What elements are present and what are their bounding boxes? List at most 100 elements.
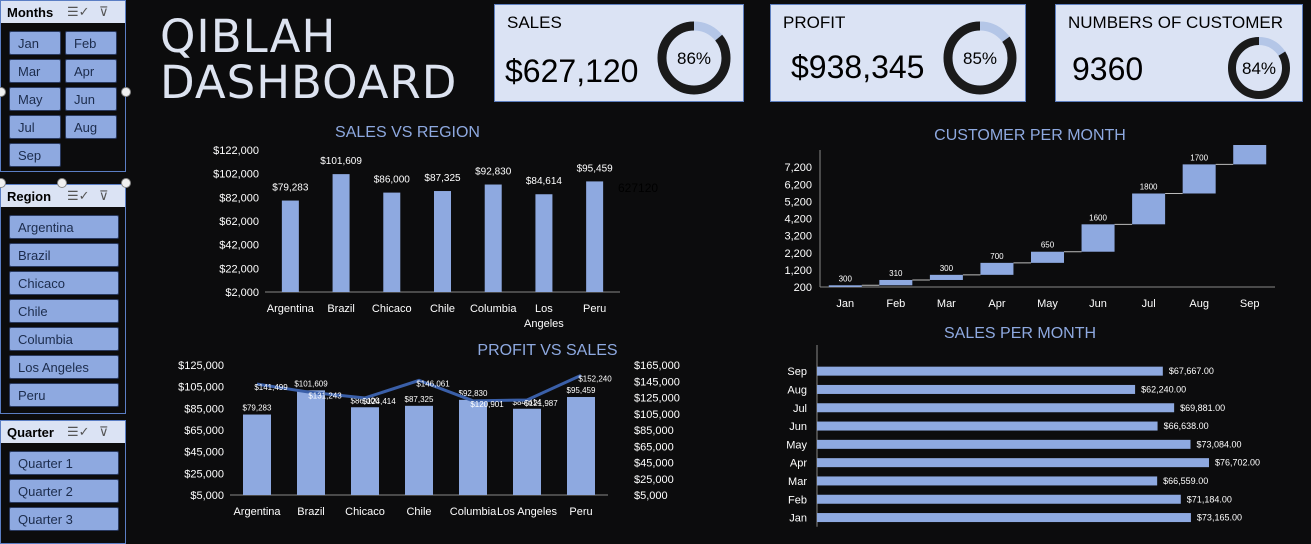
y-tick-label: Sep [787, 366, 807, 378]
slicer-item[interactable]: Peru [9, 383, 119, 407]
data-label: $62,240.00 [1141, 384, 1186, 394]
y2-tick-label: $85,000 [634, 425, 674, 437]
y-tick-label: $125,000 [178, 360, 224, 372]
x-tick-label: Peru [583, 303, 606, 315]
data-label: $73,165.00 [1197, 513, 1242, 523]
slicer-item[interactable]: Chicaco [9, 271, 119, 295]
y-tick-label: $65,000 [184, 425, 224, 437]
kpi-label: NUMBERS OF CUSTOMER [1068, 13, 1284, 32]
y2-tick-label: $5,000 [634, 490, 668, 502]
x-tick-label: Feb [886, 298, 905, 310]
multi-select-icon[interactable]: ☰✓ [67, 4, 90, 20]
data-label: $87,325 [424, 173, 461, 184]
slicer-item[interactable]: Quarter 3 [9, 507, 119, 531]
slicer-item[interactable]: Chile [9, 299, 119, 323]
y-tick-label: Apr [790, 458, 807, 470]
months-slicer-title: Months [7, 4, 54, 20]
line-data-label: $141,499 [254, 383, 288, 392]
clear-filter-icon[interactable]: ⊽ [99, 188, 109, 204]
y-tick-label: $2,000 [225, 287, 259, 299]
bar [567, 397, 595, 495]
y-tick-label: $122,000 [213, 145, 259, 157]
bar [484, 184, 502, 292]
slicer-item[interactable]: Quarter 1 [9, 451, 119, 475]
region-slicer-header: Region ☰✓ ⊽ [1, 185, 125, 207]
y-tick-label: 3,200 [784, 231, 812, 243]
kpi-donut: 86% [657, 21, 731, 95]
x-tick-label: Jun [1089, 298, 1107, 310]
data-label: 300 [839, 274, 853, 283]
bar [817, 476, 1158, 486]
waterfall-bar [1132, 193, 1166, 225]
dashboard-title-line: QIBLAH [160, 10, 337, 63]
slicer-item[interactable]: Jul [9, 115, 61, 139]
kpi-value: $938,345 [791, 49, 925, 85]
y-tick-label: $5,000 [190, 490, 224, 502]
slicer-item[interactable]: Mar [9, 59, 61, 83]
resize-handle[interactable] [121, 178, 131, 188]
x-tick-label: Brazil [327, 303, 355, 315]
data-label: $79,283 [272, 183, 309, 194]
multi-select-icon[interactable]: ☰✓ [67, 424, 90, 440]
slicer-item[interactable]: Jan [9, 31, 61, 55]
bar [383, 192, 401, 292]
slicer-item[interactable]: Argentina [9, 215, 119, 239]
sales-per-month-chart: Sep $67,667.00 Aug $62,240.00 Jul $69,881.00 J… [786, 345, 1260, 527]
kpi-percent: 86% [677, 49, 711, 68]
data-label: $95,459 [567, 386, 596, 395]
slicer-item[interactable]: Sep [9, 143, 61, 167]
waterfall-bar [1233, 145, 1267, 165]
slicer-item[interactable]: Los Angeles [9, 355, 119, 379]
data-label: $67,667.00 [1169, 366, 1214, 376]
x-tick-label: May [1037, 298, 1058, 310]
slicer-item[interactable]: Quarter 2 [9, 479, 119, 503]
bar [243, 414, 271, 495]
slicer-item[interactable]: Columbia [9, 327, 119, 351]
kpi-value: $627,120 [505, 53, 639, 89]
x-tick-label: Argentina [267, 303, 315, 315]
data-label: 1700 [1190, 153, 1208, 162]
slicer-item[interactable]: May [9, 87, 61, 111]
customer-per-month-chart: 200 1,200 2,200 3,200 4,200 5,200 6,200 7,200 30… [784, 145, 1275, 310]
x-tick-label: Chile [430, 303, 455, 315]
x-tick-label: Jul [1142, 298, 1156, 310]
y-tick-label: Aug [787, 384, 807, 396]
slicer-item[interactable]: Aug [65, 115, 117, 139]
y-tick-label: $25,000 [184, 468, 224, 480]
x-tick-label: Aug [1189, 298, 1209, 310]
slicer-item[interactable]: Brazil [9, 243, 119, 267]
data-label: 310 [889, 269, 903, 278]
quarter-slicer-title: Quarter [7, 424, 54, 440]
y-tick-label: Feb [788, 494, 807, 506]
bar [817, 384, 1136, 394]
y2-tick-label: $145,000 [634, 376, 680, 388]
clear-filter-icon[interactable]: ⊽ [99, 424, 109, 440]
slicer-item[interactable]: Apr [65, 59, 117, 83]
line-data-label: $131,243 [308, 391, 342, 400]
x-tick-label: Los [535, 303, 553, 315]
multi-select-icon[interactable]: ☰✓ [67, 188, 90, 204]
slicer-item[interactable]: Feb [65, 31, 117, 55]
waterfall-bar [1182, 164, 1216, 194]
data-label: $66,638.00 [1164, 421, 1209, 431]
bar [586, 181, 604, 292]
bar [405, 405, 433, 495]
quarter-slicer-header: Quarter ☰✓ ⊽ [1, 421, 125, 443]
data-label: $66,559.00 [1163, 476, 1208, 486]
months-slicer: Months ☰✓ ⊽ Jan Feb Mar Apr May Jun Jul Aug Sep [0, 0, 126, 172]
y2-tick-label: $45,000 [634, 458, 674, 470]
data-label: $95,459 [577, 163, 614, 174]
clear-filter-icon[interactable]: ⊽ [99, 4, 109, 20]
dashboard-title: QIBLAH DASHBOARD [160, 14, 457, 106]
y-tick-label: $45,000 [184, 447, 224, 459]
data-label: 300 [940, 264, 954, 273]
x-tick-label: Angeles [524, 318, 564, 330]
resize-handle[interactable] [121, 87, 131, 97]
x-tick-label: Chicaco [345, 506, 385, 518]
resize-handle[interactable] [57, 178, 67, 188]
bar [297, 390, 325, 495]
data-label: 1600 [1089, 213, 1107, 222]
slicer-item[interactable]: Jun [65, 87, 117, 111]
chart-title: CUSTOMER PER MONTH [934, 127, 1126, 144]
y-tick-label: $22,000 [219, 263, 259, 275]
